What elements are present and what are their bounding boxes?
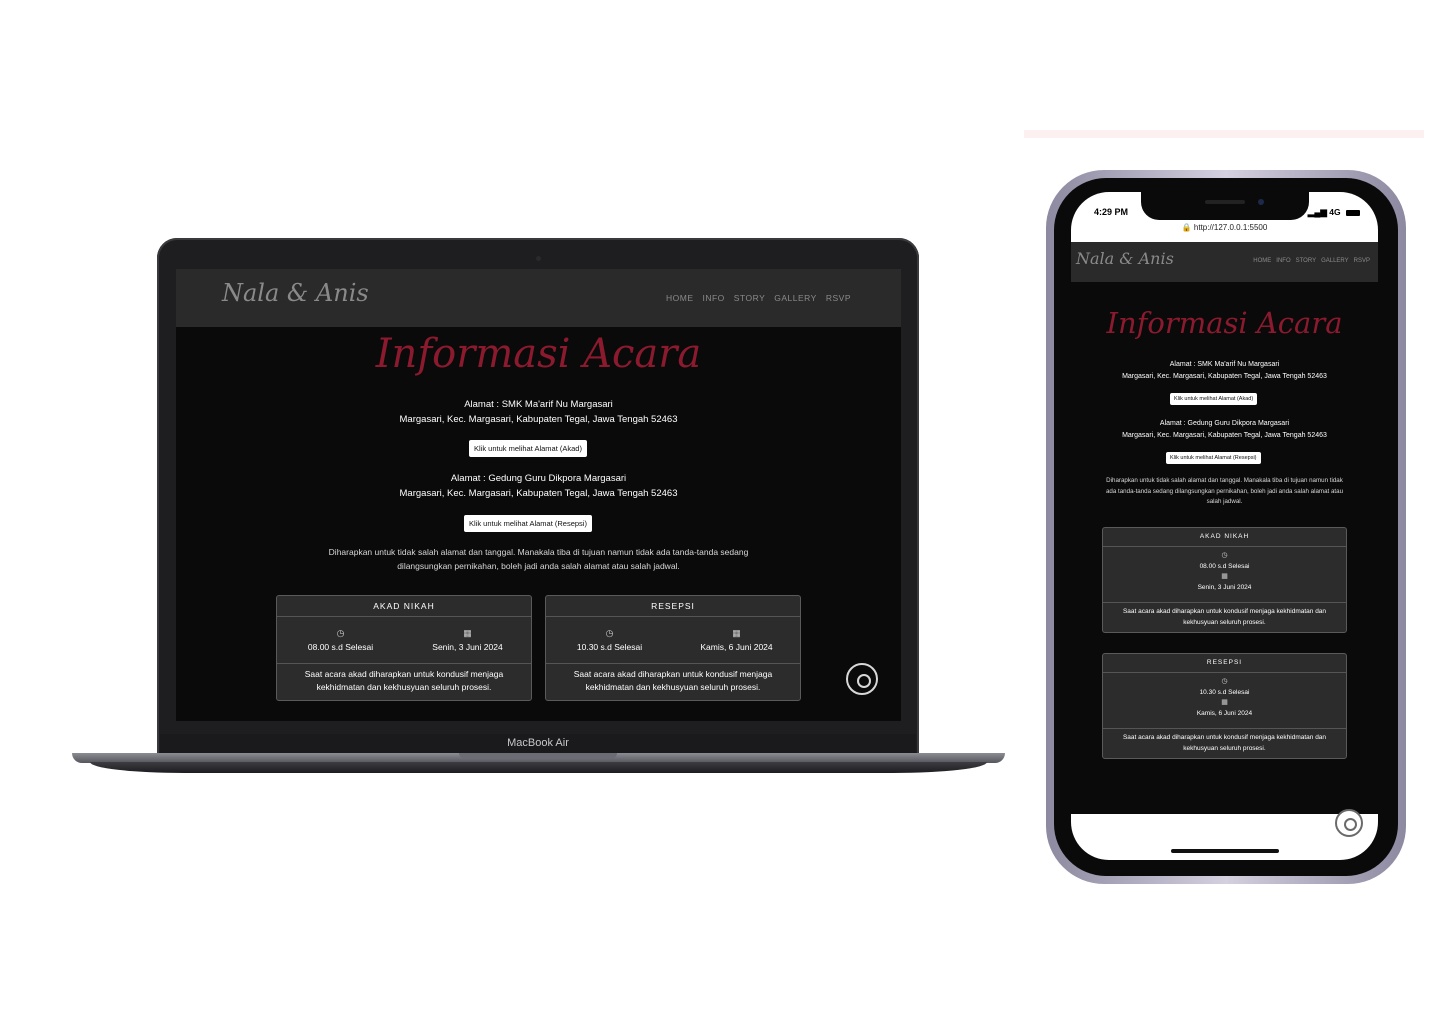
akad-address-line1: Alamat : SMK Ma'arif Nu Margasari	[1169, 361, 1280, 368]
event-card-resepsi: RESEPSI ◷ 10.30 s.d Selesai ▦ Kamis, 6 J…	[1102, 653, 1347, 759]
address-bar-url: http://127.0.0.1:5500	[1193, 223, 1268, 232]
event-card-akad: AKAD NIKAH ◷ 08.00 s.d Selesai ▦ Senin, …	[276, 595, 532, 701]
nav-item-home[interactable]: HOME	[1253, 258, 1271, 264]
signal-icon: ▂▄▆	[1307, 207, 1327, 217]
info-note: Diharapkan untuk tidak salah alamat dan …	[1105, 477, 1344, 505]
navbar: Nala & Anis HOME INFO STORY GALLERY RSVP	[1071, 242, 1378, 282]
phone-screen: 4:29 PM ▂▄▆ 4G 🔒 http://127.0.0.1:5500 N…	[1071, 192, 1378, 860]
calendar-icon: ▦	[463, 628, 472, 638]
nav-item-story[interactable]: STORY	[1296, 258, 1316, 264]
card-date: ▦ Kamis, 6 Juni 2024	[673, 628, 800, 652]
status-signal: ▂▄▆ 4G	[1308, 207, 1360, 218]
card-time-text: 08.00 s.d Selesai	[1199, 563, 1250, 570]
phone-notch	[1141, 192, 1309, 220]
lock-icon: 🔒	[1181, 223, 1192, 232]
akad-address-line1: Alamat : SMK Ma'arif Nu Margasari	[464, 399, 613, 410]
phone-speaker	[1205, 200, 1245, 204]
clock-icon: ◷	[1221, 552, 1228, 559]
laptop-camera	[536, 256, 541, 261]
event-card-akad: AKAD NIKAH ◷ 08.00 s.d Selesai ▦ Senin, …	[1102, 527, 1347, 633]
akad-address-line2: Margasari, Kec. Margasari, Kabupaten Teg…	[1122, 372, 1327, 380]
card-title: AKAD NIKAH	[1103, 528, 1346, 547]
akad-address: Alamat : SMK Ma'arif Nu Margasari Margas…	[176, 397, 901, 427]
resepsi-address-line2: Margasari, Kec. Margasari, Kabupaten Teg…	[399, 488, 678, 499]
card-title: AKAD NIKAH	[277, 596, 531, 617]
nav-menu: HOME INFO STORY GALLERY RSVP	[666, 293, 851, 303]
card-time-text: 08.00 s.d Selesai	[307, 642, 374, 652]
calendar-icon: ▦	[732, 628, 741, 638]
page-title: Informasi Acara	[1106, 306, 1343, 340]
nav-item-gallery[interactable]: GALLERY	[1321, 258, 1349, 264]
mobile-site: Nala & Anis HOME INFO STORY GALLERY RSVP…	[1071, 242, 1378, 814]
clock-icon: ◷	[605, 628, 614, 638]
resepsi-map-button[interactable]: Klik untuk melihat Alamat (Resepsi)	[464, 515, 592, 532]
card-details: ◷ 10.30 s.d Selesai ▦ Kamis, 6 Juni 2024	[546, 616, 800, 664]
card-title: RESEPSI	[546, 596, 800, 617]
card-details: ◷ 08.00 s.d Selesai ▦ Senin, 3 Juni 2024	[277, 616, 531, 664]
resepsi-map-button[interactable]: Klik untuk melihat Alamat (Resepsi)	[1166, 452, 1261, 464]
akad-map-button[interactable]: Klik untuk melihat Alamat (Akad)	[469, 440, 587, 457]
card-title: RESEPSI	[1103, 654, 1346, 673]
nav-item-info[interactable]: INFO	[702, 293, 724, 303]
card-description: Saat acara akad diharapkan untuk kondusi…	[573, 669, 773, 692]
akad-address-line2: Margasari, Kec. Margasari, Kabupaten Teg…	[399, 414, 678, 425]
navbar: Nala & Anis HOME INFO STORY GALLERY RSVP	[176, 269, 901, 327]
akad-map-button[interactable]: Klik untuk melihat Alamat (Akad)	[1170, 393, 1258, 405]
card-details: ◷ 10.30 s.d Selesai ▦ Kamis, 6 Juni 2024	[1103, 673, 1346, 729]
nav-menu: HOME INFO STORY GALLERY RSVP	[1253, 258, 1370, 264]
card-date: ▦ Senin, 3 Juni 2024	[404, 628, 531, 652]
music-disc-icon[interactable]	[1335, 809, 1363, 837]
resepsi-address: Alamat : Gedung Guru Dikpora Margasari M…	[1071, 418, 1378, 441]
nav-item-home[interactable]: HOME	[666, 293, 694, 303]
phone-glow	[1024, 130, 1424, 138]
laptop-base-shadow	[90, 762, 987, 773]
event-card-resepsi: RESEPSI ◷ 10.30 s.d Selesai ▦ Kamis, 6 J…	[545, 595, 801, 701]
card-date-text: Kamis, 6 Juni 2024	[1196, 710, 1253, 717]
card-date-text: Kamis, 6 Juni 2024	[700, 642, 773, 652]
card-description: Saat acara akad diharapkan untuk kondusi…	[1122, 734, 1327, 752]
page-title: Informasi Acara	[375, 331, 702, 377]
laptop-screen: Nala & Anis HOME INFO STORY GALLERY RSVP…	[176, 269, 901, 721]
home-indicator	[1171, 849, 1279, 853]
network-label: 4G	[1329, 207, 1341, 217]
site-logo[interactable]: Nala & Anis	[1076, 249, 1174, 268]
card-description: Saat acara akad diharapkan untuk kondusi…	[304, 669, 504, 692]
resepsi-address-line2: Margasari, Kec. Margasari, Kabupaten Teg…	[1122, 431, 1327, 439]
site-logo[interactable]: Nala & Anis	[222, 279, 369, 307]
music-disc-icon[interactable]	[846, 663, 878, 695]
status-time: 4:29 PM	[1094, 207, 1129, 217]
resepsi-address-line1: Alamat : Gedung Guru Dikpora Margasari	[1159, 420, 1290, 427]
card-details: ◷ 08.00 s.d Selesai ▦ Senin, 3 Juni 2024	[1103, 547, 1346, 603]
resepsi-address-line1: Alamat : Gedung Guru Dikpora Margasari	[450, 473, 627, 484]
battery-icon	[1346, 209, 1360, 216]
nav-item-story[interactable]: STORY	[734, 293, 765, 303]
laptop-notch	[459, 753, 617, 759]
info-note: Diharapkan untuk tidak salah alamat dan …	[328, 547, 749, 571]
clock-icon: ◷	[1221, 678, 1228, 685]
nav-item-rsvp[interactable]: RSVP	[826, 293, 851, 303]
card-time-text: 10.30 s.d Selesai	[576, 642, 643, 652]
address-bar[interactable]: 🔒 http://127.0.0.1:5500	[1071, 223, 1378, 232]
card-time: ◷ 10.30 s.d Selesai	[546, 628, 673, 652]
nav-item-gallery[interactable]: GALLERY	[774, 293, 817, 303]
calendar-icon: ▦	[1221, 699, 1228, 706]
resepsi-address: Alamat : Gedung Guru Dikpora Margasari M…	[176, 471, 901, 501]
card-date-text: Senin, 3 Juni 2024	[432, 642, 503, 652]
calendar-icon: ▦	[1221, 573, 1228, 580]
card-time: ◷ 08.00 s.d Selesai	[277, 628, 404, 652]
clock-icon: ◷	[336, 628, 345, 638]
nav-item-rsvp[interactable]: RSVP	[1354, 258, 1370, 264]
akad-address: Alamat : SMK Ma'arif Nu Margasari Margas…	[1071, 359, 1378, 382]
card-description: Saat acara akad diharapkan untuk kondusi…	[1122, 608, 1327, 626]
nav-item-info[interactable]: INFO	[1276, 258, 1290, 264]
laptop-brand: MacBook Air	[507, 737, 569, 749]
card-time-text: 10.30 s.d Selesai	[1199, 689, 1250, 696]
card-date-text: Senin, 3 Juni 2024	[1197, 584, 1252, 591]
phone-camera	[1258, 199, 1264, 205]
